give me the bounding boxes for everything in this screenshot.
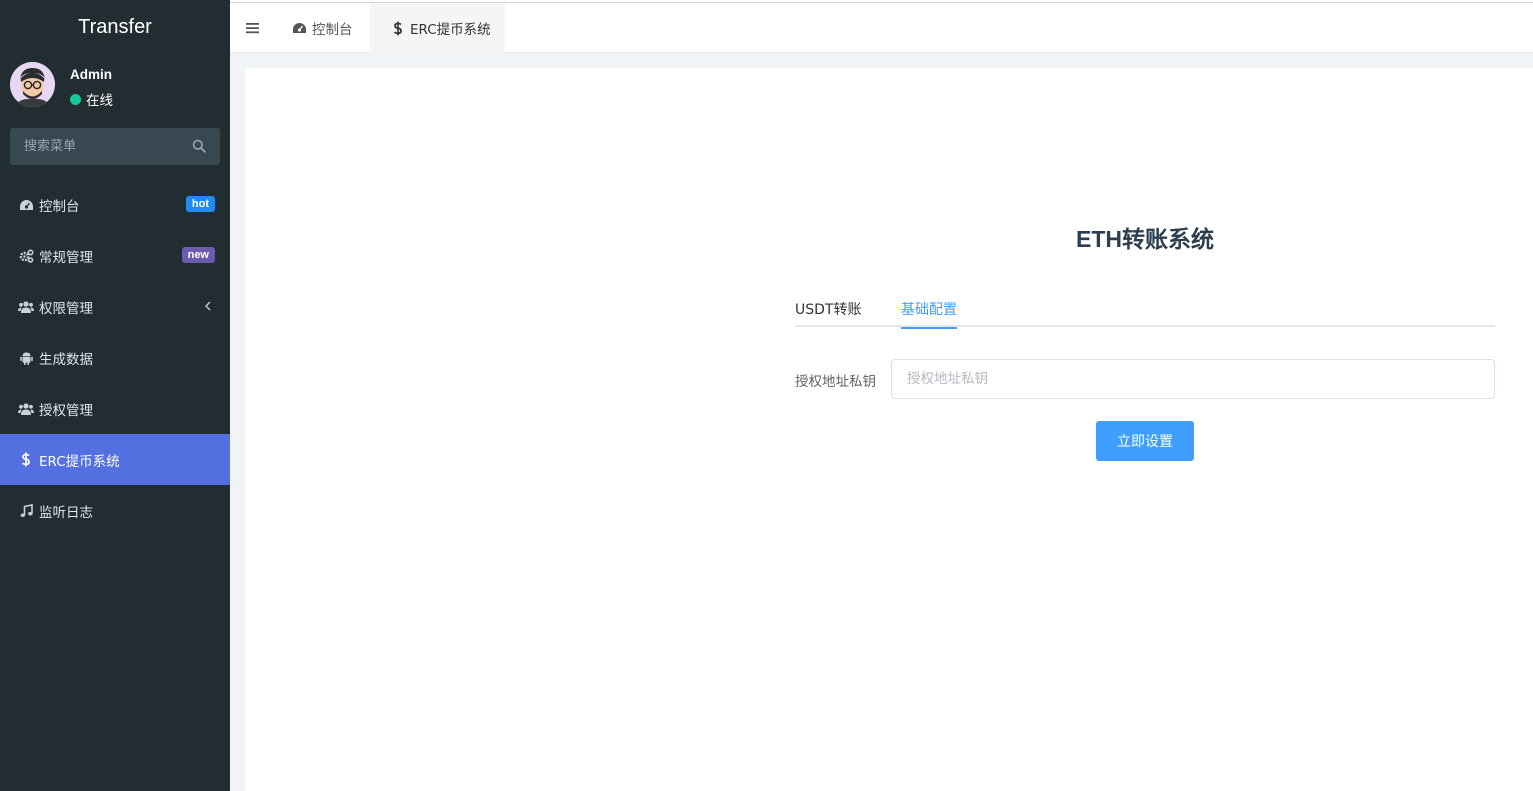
private-key-input[interactable] <box>891 359 1495 399</box>
user-status: 在线 <box>70 89 113 109</box>
sidebar-item-authorization-management[interactable]: 授权管理 <box>0 383 230 434</box>
avatar-image <box>10 62 55 107</box>
chevron-left-icon[interactable] <box>204 300 212 312</box>
avatar[interactable] <box>10 62 55 107</box>
sidebar-item-permission-management[interactable]: 权限管理 <box>0 281 230 332</box>
sidebar-item-label: 控制台 <box>39 198 80 215</box>
sidebar-item-label: 权限管理 <box>39 300 93 317</box>
android-icon <box>18 350 34 366</box>
sidebar-item-label: 常规管理 <box>39 249 93 266</box>
sidebar-item-erc-withdraw[interactable]: ERC提币系统 <box>0 434 230 485</box>
tab-label: ERC提币系统 <box>410 22 491 38</box>
menu-search-input[interactable] <box>10 128 220 165</box>
tab-label: 控制台 <box>312 22 353 38</box>
sidebar-item-dashboard[interactable]: 控制台 hot <box>0 179 230 230</box>
dashboard-icon <box>292 21 307 36</box>
submit-settings-button[interactable]: 立即设置 <box>1096 421 1194 461</box>
top-navbar: 控制台 ERC提币系统 <box>230 2 1533 53</box>
tab-erc-withdraw[interactable]: ERC提币系统 <box>370 3 505 53</box>
menu-search-box <box>10 128 220 165</box>
tab-dashboard[interactable]: 控制台 <box>272 3 367 53</box>
users-icon <box>18 299 34 315</box>
online-status-dot <box>70 93 81 105</box>
sidebar-item-generate-data[interactable]: 生成数据 <box>0 332 230 383</box>
music-icon <box>18 503 34 519</box>
dollar-icon <box>18 452 34 468</box>
hot-badge: hot <box>185 196 215 212</box>
user-panel: Admin 在线 <box>0 54 230 124</box>
tab-usdt-transfer[interactable]: USDT转账 <box>795 299 861 327</box>
tab-basic-config[interactable]: 基础配置 <box>901 299 957 329</box>
dollar-icon <box>390 21 405 36</box>
sidebar-item-label: 监听日志 <box>39 504 93 521</box>
sidebar-menu: 控制台 hot 常规管理 new 权限管理 生成数据 授权管理 ERC提币系统 … <box>0 179 230 536</box>
hamburger-menu-icon[interactable] <box>246 21 260 35</box>
sidebar-item-label: 生成数据 <box>39 351 93 368</box>
main-content: ETH转账系统 USDT转账 基础配置 授权地址私钥 立即设置 <box>245 68 1533 791</box>
private-key-label: 授权地址私钥 <box>795 374 876 390</box>
sidebar-item-label: 授权管理 <box>39 402 93 419</box>
user-name: Admin <box>70 67 112 82</box>
users-icon <box>18 401 34 417</box>
sidebar-item-label: ERC提币系统 <box>39 453 120 470</box>
user-status-text: 在线 <box>86 93 113 109</box>
sidebar: Transfer Admin 在线 搜索菜单 控制台 hot 常规管理 new … <box>0 0 230 791</box>
sidebar-item-listen-log[interactable]: 监听日志 <box>0 485 230 536</box>
new-badge: new <box>181 247 215 263</box>
sidebar-item-general-management[interactable]: 常规管理 new <box>0 230 230 281</box>
form-tabs: USDT转账 基础配置 <box>795 293 1495 329</box>
brand-logo[interactable]: Transfer <box>0 0 230 54</box>
page-title: ETH转账系统 <box>1076 226 1214 252</box>
cogs-icon <box>18 248 34 264</box>
dashboard-icon <box>18 197 34 213</box>
search-icon[interactable] <box>192 139 206 153</box>
